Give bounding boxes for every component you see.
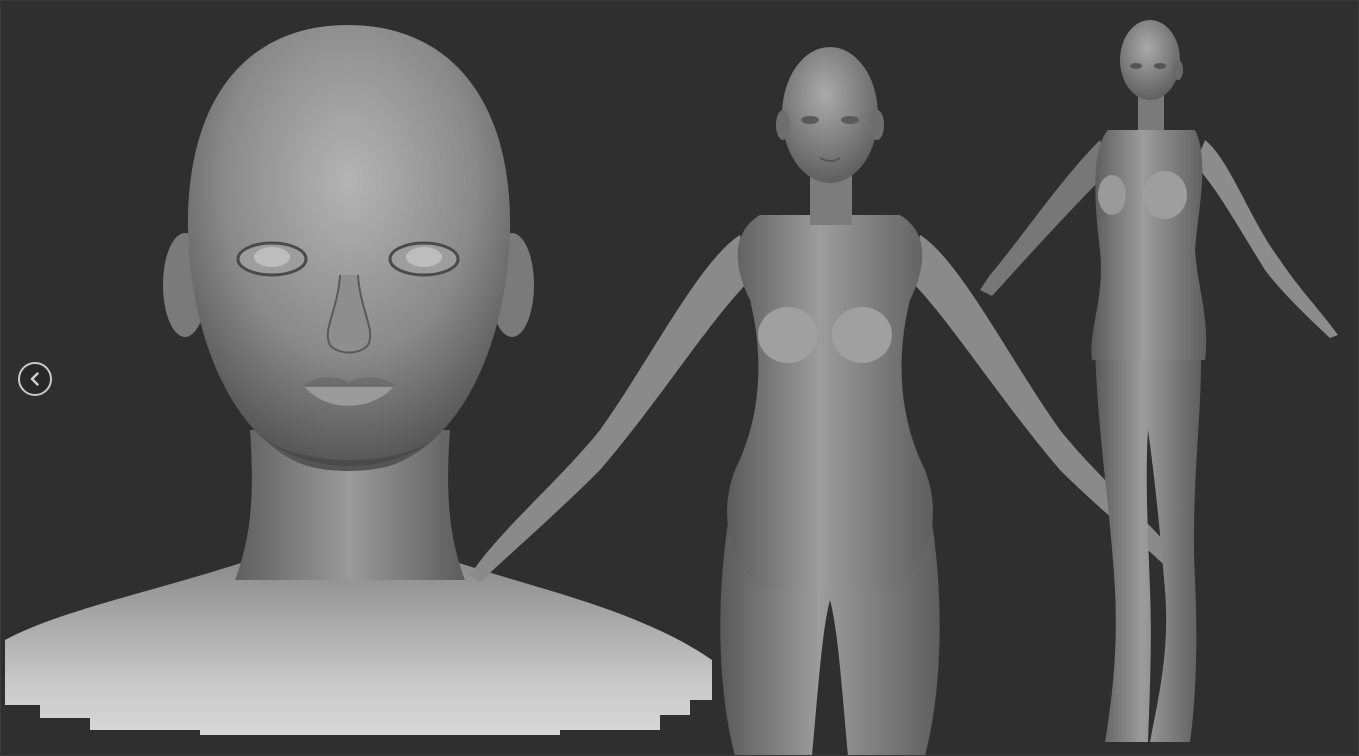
sculpt-render: [5, 20, 1338, 756]
prev-image-button[interactable]: [18, 362, 52, 396]
chevron-left-icon: [27, 371, 43, 387]
bust-front-view: [5, 25, 712, 735]
image-viewer: [0, 0, 1359, 756]
full-body-three-quarter-view: [980, 20, 1338, 742]
